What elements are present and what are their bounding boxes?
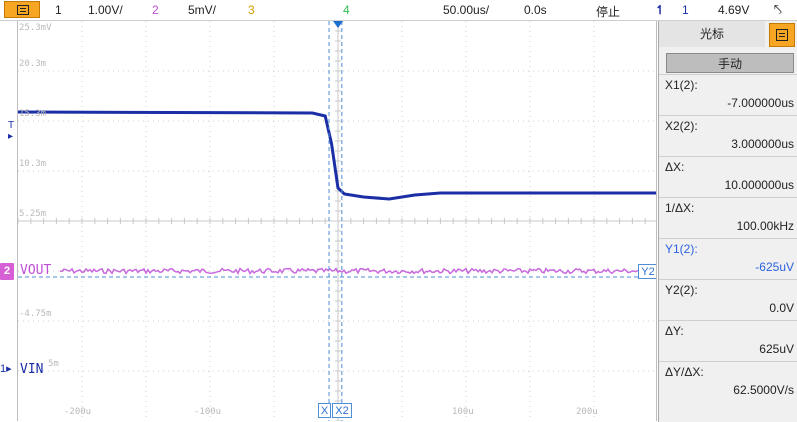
y-tick-label: 5.25m [19,209,47,219]
field-label: Y1(2): [665,242,698,256]
ch2-label-vout: VOUT [20,263,52,278]
panel-menu-button[interactable] [769,23,795,47]
timebase[interactable]: 50.00us/ [443,3,489,17]
run-state[interactable]: 停止 [596,3,620,20]
field-label: ΔY/ΔX: [665,365,704,379]
cursor-field-y1[interactable]: Y1(2): -625uV [659,238,797,279]
cursor-x2-tag[interactable]: X2 [332,403,352,418]
horizontal-delay[interactable]: 0.0s [524,3,547,17]
x-tick-label: 100u [452,407,474,417]
ch3-number[interactable]: 3 [248,3,255,17]
x-tick-label: 200u [576,407,598,417]
ch1-ground-marker[interactable]: 1▸ [0,362,12,375]
cursor-panel-title: 光标 [659,21,765,47]
cursor-field-slope: ΔY/ΔX: 62.5000V/s [659,361,797,402]
field-label: Y2(2): [665,283,698,297]
trigger-level-marker[interactable]: T ▸ [8,120,14,142]
cursor-field-delta-y: ΔY: 625uV [659,320,797,361]
ch2-scale[interactable]: 5mV/ [188,3,216,17]
cursor-x1-tag[interactable]: X [318,403,331,418]
field-value: 625uV [759,342,794,356]
menu-icon [776,29,788,41]
cursor-field-delta-x: ΔX: 10.000000us [659,156,797,197]
status-bar: 1 1.00V/ 2 5mV/ 3 4 50.00us/ 0.0s 停止 ↿ 1… [0,0,797,21]
cursor-panel: 光标 手动 X1(2): -7.000000us X2(2): 3.000000… [658,21,797,422]
ch2-ground-marker[interactable]: 2 [0,263,14,280]
field-value: 62.5000V/s [733,383,794,397]
trigger-level[interactable]: 4.69V [718,3,749,17]
y-tick-label: -4.75m [19,309,52,319]
menu-icon [17,5,29,15]
trigger-edge-icon: ↿ [655,3,666,17]
field-label: ΔX: [665,160,685,174]
cursor-y2-tag[interactable]: Y2 [638,264,656,279]
field-value: 10.000000us [724,178,794,192]
ch1-label-vin: VIN [20,362,44,377]
y-tick-label: 15.3m [19,109,47,119]
field-value: 0.0V [769,301,794,315]
ch4-number[interactable]: 4 [343,3,350,17]
ch2-number[interactable]: 2 [152,3,159,17]
field-value: 100.00kHz [736,219,794,233]
x-tick-label: -100u [194,407,222,417]
field-value: -7.000000us [727,96,794,110]
ground-arrow-icon: ▸ [6,363,12,375]
field-value: 3.000000us [731,137,794,151]
y-tick-label: 25.3mV [19,23,52,33]
waveform-canvas [18,21,656,421]
cursor-mode-button[interactable]: 手动 [666,53,794,73]
oscilloscope-screen: 1 1.00V/ 2 5mV/ 3 4 50.00us/ 0.0s 停止 ↿ 1… [0,0,797,422]
y-tick-label: 5m [48,359,59,369]
y-tick-label: 10.3m [19,159,47,169]
ch1-number[interactable]: 1 [55,3,62,17]
main-menu-button[interactable] [4,1,40,18]
trigger-source[interactable]: 1 [682,3,689,17]
cursor-field-y2[interactable]: Y2(2): 0.0V [659,279,797,320]
field-label: 1/ΔX: [665,201,695,215]
trigger-slope-icon: ⤣ [774,1,782,17]
cursor-field-x2[interactable]: X2(2): 3.000000us [659,115,797,156]
waveform-display[interactable]: 25.3mV 20.3m 15.3m 10.3m 5.25m -4.75m 5m… [17,21,657,421]
x-tick-label: -200u [64,407,92,417]
trigger-arrow-icon: ▸ [8,131,14,142]
cursor-field-x1[interactable]: X1(2): -7.000000us [659,74,797,115]
field-value: -625uV [755,260,794,274]
trigger-marker-letter: T [8,120,15,131]
ch1-scale[interactable]: 1.00V/ [88,3,123,17]
field-label: X2(2): [665,119,698,133]
cursor-field-inverse-delta-x: 1/ΔX: 100.00kHz [659,197,797,238]
field-label: X1(2): [665,78,698,92]
y-tick-label: 20.3m [19,59,47,69]
field-label: ΔY: [665,324,684,338]
